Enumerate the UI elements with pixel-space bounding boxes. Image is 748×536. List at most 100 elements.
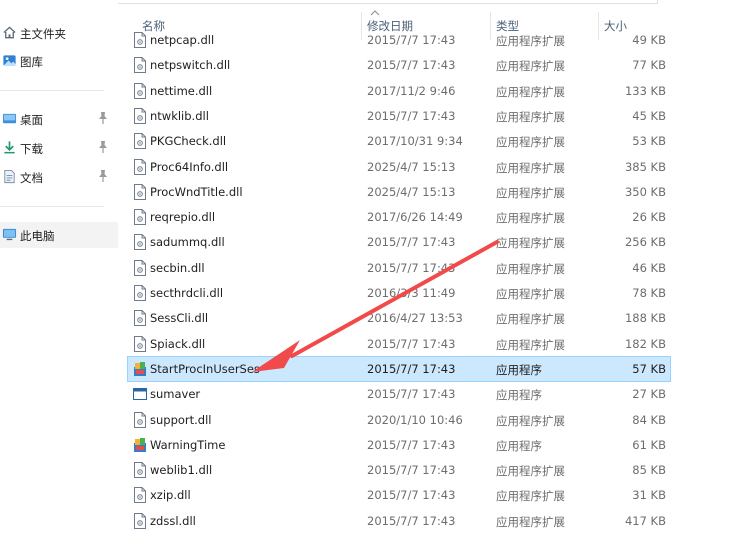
file-row[interactable]: secbin.dll 2015/7/7 17:43 应用程序扩展 46 KB [128, 256, 670, 280]
file-size: 26 KB [632, 210, 666, 225]
file-row[interactable]: zdssl.dll 2015/7/7 17:43 应用程序扩展 417 KB [128, 509, 670, 533]
file-row[interactable]: ntwklib.dll 2015/7/7 17:43 应用程序扩展 45 KB [128, 104, 670, 128]
application-icon [134, 437, 146, 452]
file-name: Proc64Info.dll [150, 159, 229, 174]
pin-icon[interactable] [97, 111, 109, 125]
sort-ascending-icon [370, 10, 380, 16]
file-row[interactable]: StartProcInUserSes 2015/7/7 17:43 应用程序 57 K… [127, 355, 671, 382]
file-type: 应用程序扩展 [496, 312, 565, 327]
file-size: 188 KB [624, 311, 666, 326]
navigation-pane: 主文件夹 图库 桌面 下载 文档 此电脑 [0, 0, 118, 536]
file-row[interactable]: ProcWndTitle.dll 2025/4/7 15:13 应用程序扩展 350 … [128, 180, 670, 204]
nav-item-gallery[interactable]: 图库 [0, 48, 118, 74]
nav-item-documents[interactable]: 文档 [0, 164, 118, 190]
dll-file-icon [134, 183, 146, 200]
file-name: Spiack.dll [150, 336, 206, 351]
file-type: 应用程序扩展 [496, 464, 565, 479]
file-name: PKGCheck.dll [150, 134, 227, 149]
file-size: 350 KB [624, 184, 666, 199]
file-name: netpswitch.dll [150, 58, 231, 73]
gallery-icon [3, 55, 16, 66]
file-row[interactable]: weblib1.dll 2015/7/7 17:43 应用程序扩展 85 KB [128, 458, 670, 482]
application-icon [134, 361, 146, 376]
dll-file-icon [134, 133, 146, 150]
file-modified-date: 2015/7/7 17:43 [367, 58, 456, 73]
nav-item-label: 图库 [20, 55, 43, 69]
file-modified-date: 2015/7/7 17:43 [367, 108, 456, 123]
file-type: 应用程序扩展 [496, 489, 565, 504]
file-name: secthrdcli.dll [150, 286, 224, 300]
nav-item-downloads[interactable]: 下载 [0, 135, 118, 161]
dll-file-icon [134, 32, 146, 48]
file-size: 77 KB [632, 58, 666, 73]
pin-icon[interactable] [97, 140, 109, 154]
file-row[interactable]: WarningTime 2015/7/7 17:43 应用程序 61 KB [128, 433, 670, 457]
file-name: zdssl.dll [150, 513, 196, 528]
nav-item-desktop[interactable]: 桌面 [0, 106, 118, 132]
file-row[interactable]: sumaver 2015/7/7 17:43 应用程序 27 KB [128, 382, 670, 406]
file-modified-date: 2020/1/10 10:46 [367, 412, 463, 427]
file-type: 应用程序扩展 [496, 135, 565, 150]
file-name: StartProcInUserSes [150, 361, 260, 376]
file-row[interactable]: sadummq.dll 2015/7/7 17:43 应用程序扩展 256 KB [128, 230, 670, 254]
file-type: 应用程序 [496, 388, 542, 403]
file-modified-date: 2017/10/31 9:34 [367, 134, 463, 149]
dll-file-icon [134, 411, 146, 428]
file-size: 57 KB [632, 361, 666, 376]
file-modified-date: 2025/4/7 15:13 [367, 159, 456, 174]
file-modified-date: 2015/7/7 17:43 [367, 513, 456, 528]
file-name: support.dll [150, 412, 212, 427]
file-modified-date: 2017/6/26 14:49 [367, 210, 463, 225]
desktop-folder-icon [2, 113, 17, 124]
file-name: secbin.dll [150, 260, 205, 275]
file-row[interactable]: xzip.dll 2015/7/7 17:43 应用程序扩展 31 KB [128, 483, 670, 507]
this-pc-icon [2, 228, 17, 241]
file-row[interactable]: netpswitch.dll 2015/7/7 17:43 应用程序扩展 77 KB [128, 53, 670, 77]
file-size: 61 KB [632, 437, 666, 452]
nav-divider [0, 90, 104, 91]
file-row[interactable]: Spiack.dll 2015/7/7 17:43 应用程序扩展 182 KB [128, 332, 670, 356]
dll-file-icon [134, 335, 146, 352]
nav-item-this-pc[interactable]: 此电脑 [0, 222, 118, 248]
file-type: 应用程序扩展 [496, 59, 565, 74]
file-modified-date: 2015/7/7 17:43 [367, 488, 456, 503]
file-size: 256 KB [624, 235, 666, 250]
nav-item-home[interactable]: 主文件夹 [0, 20, 118, 46]
file-modified-date: 2015/7/7 17:43 [367, 33, 456, 47]
file-type: 应用程序扩展 [496, 413, 565, 428]
file-size: 385 KB [624, 159, 666, 174]
dll-file-icon [134, 259, 146, 276]
file-type: 应用程序扩展 [496, 109, 565, 124]
file-type: 应用程序扩展 [496, 211, 565, 226]
file-type: 应用程序扩展 [496, 185, 565, 200]
nav-divider [0, 206, 104, 207]
nav-item-label: 下载 [20, 142, 43, 156]
file-size: 133 KB [624, 83, 666, 98]
file-type: 应用程序扩展 [496, 261, 565, 276]
file-modified-date: 2025/4/7 15:13 [367, 184, 456, 199]
dll-file-icon [134, 107, 146, 124]
file-name: reqrepio.dll [150, 210, 216, 225]
documents-icon [4, 169, 15, 184]
file-row[interactable]: reqrepio.dll 2017/6/26 14:49 应用程序扩展 26 KB [128, 205, 670, 229]
file-type: 应用程序扩展 [496, 34, 565, 48]
file-type: 应用程序扩展 [496, 160, 565, 175]
file-type: 应用程序扩展 [496, 287, 565, 301]
file-size: 53 KB [632, 134, 666, 149]
file-size: 49 KB [632, 33, 666, 47]
file-row[interactable]: PKGCheck.dll 2017/10/31 9:34 应用程序扩展 53 KB [128, 129, 670, 153]
pin-icon[interactable] [97, 169, 109, 183]
file-row[interactable]: nettime.dll 2017/11/2 9:46 应用程序扩展 133 KB [128, 79, 670, 103]
file-row[interactable]: Proc64Info.dll 2025/4/7 15:13 应用程序扩展 385 KB [128, 155, 670, 179]
file-size: 46 KB [632, 260, 666, 275]
dll-file-icon [134, 462, 146, 479]
file-name: WarningTime [150, 437, 226, 452]
file-size: 45 KB [632, 108, 666, 123]
file-type: 应用程序扩展 [496, 337, 565, 352]
file-name: ProcWndTitle.dll [150, 184, 243, 199]
file-row[interactable]: secthrdcli.dll 2016/3/3 11:49 应用程序扩展 78 KB [128, 281, 670, 305]
file-row[interactable]: netpcap.dll 2015/7/7 17:43 应用程序扩展 49 KB [128, 28, 670, 52]
file-row[interactable]: support.dll 2020/1/10 10:46 应用程序扩展 84 KB [128, 408, 670, 432]
file-row[interactable]: SessCli.dll 2016/4/27 13:53 应用程序扩展 188 KB [128, 306, 670, 330]
download-icon [4, 141, 15, 154]
